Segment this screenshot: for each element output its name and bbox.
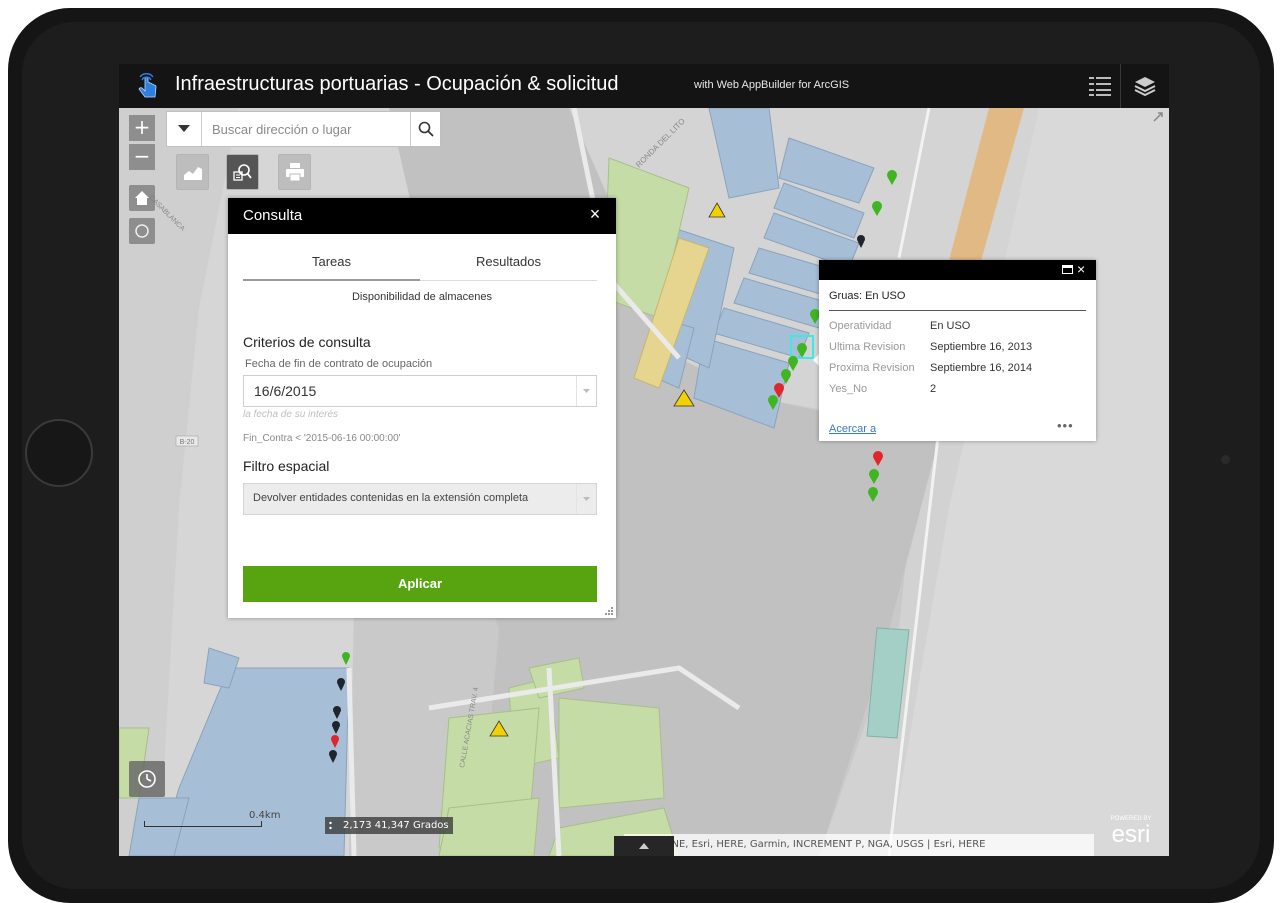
feature-popup: × Gruas: En USO Operatividad En USO Ulti… xyxy=(819,260,1096,441)
task-name: Disponibilidad de almacenes xyxy=(351,291,493,303)
query-panel-title: Consulta xyxy=(243,207,303,224)
date-value: 16/6/2015 xyxy=(254,383,317,399)
zoom-in-button[interactable]: + xyxy=(129,115,155,141)
coordinate-widget[interactable]: 2,173 41,347 Grados xyxy=(325,817,453,834)
chevron-up-icon xyxy=(639,843,649,849)
criteria-heading: Criterios de consulta xyxy=(243,334,371,350)
query-expression: Fin_Contra < '2015-06-16 00:00:00' xyxy=(243,433,401,444)
layers-icon xyxy=(1134,77,1156,97)
date-field-label: Fecha de fin de contrato de ocupación xyxy=(245,358,433,370)
popup-field-label: Ultima Revision xyxy=(829,341,906,353)
chevron-down-icon xyxy=(583,388,590,393)
spatial-heading: Filtro espacial xyxy=(243,458,330,474)
chevron-down-icon xyxy=(178,125,190,132)
app-title: Infraestructuras portuarias - Ocupación … xyxy=(175,73,619,95)
attribution-toggle[interactable] xyxy=(614,836,674,856)
chart-button[interactable] xyxy=(176,154,209,190)
app-subtitle: with Web AppBuilder for ArcGIS xyxy=(694,79,850,91)
query-panel-header: Consulta × xyxy=(228,198,616,234)
search-bar xyxy=(166,111,441,147)
home-icon xyxy=(135,191,149,205)
zoom-to-link[interactable]: Acercar a xyxy=(829,423,876,435)
esri-logo-text: esri xyxy=(1112,821,1151,848)
popup-field-value: Septiembre 16, 2013 xyxy=(930,341,1033,353)
search-icon xyxy=(418,121,434,137)
query-panel: Consulta × Tareas Resultados Disponibili… xyxy=(228,198,616,618)
print-icon xyxy=(285,163,304,182)
home-button[interactable] xyxy=(129,185,155,211)
search-input[interactable] xyxy=(203,112,408,146)
date-dropdown[interactable] xyxy=(576,376,596,406)
date-field[interactable]: 16/6/2015 xyxy=(243,375,597,407)
hand-pointer-icon xyxy=(138,73,157,98)
popup-field-label: Operatividad xyxy=(829,320,892,332)
query-icon xyxy=(232,164,252,181)
active-tab-indicator xyxy=(243,279,420,281)
popup-title: Gruas: En USO xyxy=(829,290,906,302)
print-button[interactable] xyxy=(278,154,311,190)
spatial-filter-select[interactable]: Devolver entidades contenidas en la exte… xyxy=(243,483,597,515)
zoom-out-button[interactable]: − xyxy=(129,144,155,170)
apply-button[interactable]: Aplicar xyxy=(243,566,597,602)
popup-field-value: 2 xyxy=(930,383,937,395)
popup-field-value: Septiembre 16, 2014 xyxy=(930,362,1033,374)
scale-label: 0.4km xyxy=(249,810,281,821)
fullscreen-icon[interactable] xyxy=(1152,111,1164,123)
popup-field-label: Proxima Revision xyxy=(829,362,915,374)
spatial-dropdown[interactable] xyxy=(576,484,596,514)
maximize-icon[interactable] xyxy=(1062,265,1073,274)
tab-tareas[interactable]: Tareas xyxy=(243,254,420,280)
esri-logo: POWERED BY esri xyxy=(1111,816,1152,848)
search-source-dropdown[interactable] xyxy=(167,112,202,146)
app-screen: RONDA DEL LITO CASABLANCA CALLE ACACIAS … xyxy=(119,64,1169,856)
tab-resultados[interactable]: Resultados xyxy=(420,254,597,280)
tablet-camera xyxy=(1221,455,1230,464)
date-hint: la fecha de su interés xyxy=(243,409,339,420)
locate-button[interactable] xyxy=(129,218,155,244)
more-options-button[interactable]: ••• xyxy=(1057,418,1074,433)
chevron-down-icon xyxy=(583,496,590,501)
tablet-home-button xyxy=(25,419,93,487)
scale-bar xyxy=(144,821,262,827)
chart-icon xyxy=(183,167,202,180)
popup-header: × xyxy=(819,260,1096,280)
close-icon[interactable]: × xyxy=(1077,261,1085,277)
spatial-filter-value: Devolver entidades contenidas en la exte… xyxy=(253,492,529,504)
zoom-control: + − xyxy=(129,115,155,173)
popup-field-value: En USO xyxy=(930,320,971,332)
app-header: Infraestructuras portuarias - Ocupación … xyxy=(119,64,1169,108)
close-icon[interactable]: × xyxy=(585,204,605,225)
road-marker: B-20 xyxy=(180,439,195,446)
time-slider-button[interactable] xyxy=(129,761,165,797)
layers-button[interactable] xyxy=(1127,68,1163,104)
attribution-bar: IGN, INE, Esri, HERE, Garmin, INCREMENT … xyxy=(624,834,1094,856)
search-button[interactable] xyxy=(410,112,441,146)
query-button[interactable] xyxy=(226,154,259,190)
legend-icon xyxy=(1089,77,1111,96)
coordinate-readout: 2,173 41,347 Grados xyxy=(343,820,449,831)
popup-field-label: Yes_No xyxy=(829,383,868,395)
resize-handle-icon[interactable] xyxy=(605,607,613,615)
clock-icon xyxy=(138,770,156,788)
header-divider xyxy=(1120,64,1121,108)
locate-icon xyxy=(135,224,149,238)
popup-divider xyxy=(829,310,1086,311)
legend-button[interactable] xyxy=(1082,68,1118,104)
coordinate-menu-icon[interactable] xyxy=(329,821,337,831)
